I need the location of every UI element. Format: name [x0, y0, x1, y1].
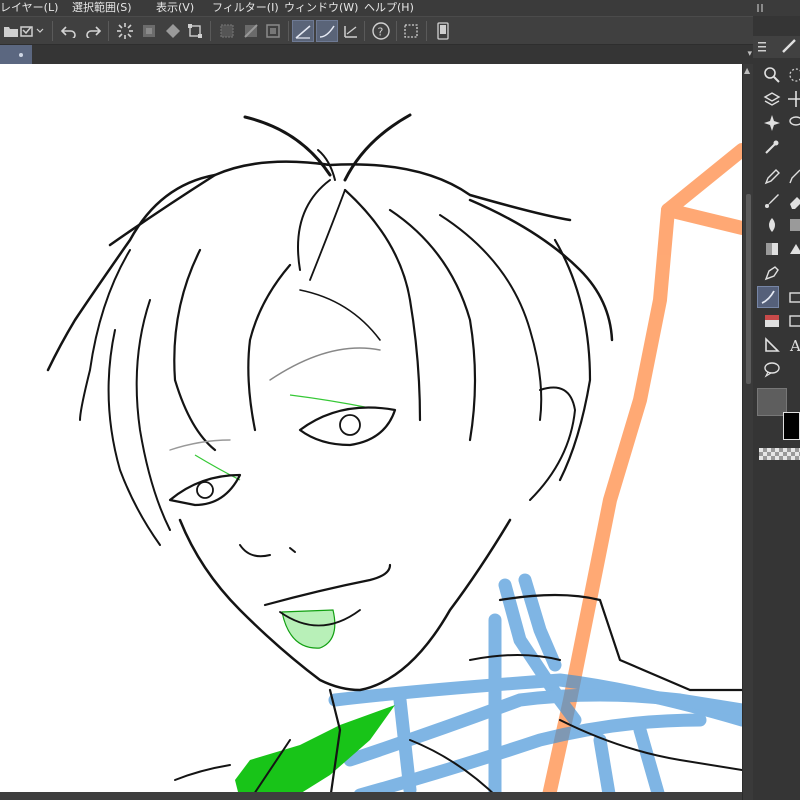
scrollbar-thumb[interactable] [746, 194, 751, 384]
vector-pen-icon[interactable] [761, 262, 783, 284]
blend-icon[interactable] [761, 214, 783, 236]
grip-icon [757, 4, 763, 12]
transform-icon[interactable] [184, 20, 206, 42]
snap-special-ruler-icon[interactable] [340, 20, 362, 42]
material-icon[interactable] [761, 310, 783, 332]
deselect-icon[interactable] [216, 20, 238, 42]
menu-window[interactable]: ウィンドウ(W) [284, 0, 358, 16]
transparent-color-swatch[interactable] [759, 448, 800, 460]
frame-border-icon[interactable] [785, 286, 800, 308]
toolbar-separator [364, 21, 365, 41]
pen-icon[interactable] [761, 166, 783, 188]
toolbar-separator [210, 21, 211, 41]
stabilization-icon[interactable] [292, 20, 314, 42]
menu-help[interactable]: ヘルプ(H) [364, 0, 414, 16]
fill-bucket-icon[interactable] [761, 238, 783, 260]
scroll-up-arrow-icon[interactable]: ▲ [744, 66, 750, 75]
gradient-icon[interactable] [785, 214, 800, 236]
palette-top-strip [753, 0, 800, 16]
pencil-icon[interactable] [785, 166, 800, 188]
ruler-icon[interactable] [761, 334, 783, 356]
fill-icon[interactable] [162, 20, 184, 42]
main-color-swatch[interactable] [783, 412, 800, 440]
balloon-icon[interactable] [761, 358, 783, 380]
menu-icon [758, 42, 766, 52]
brush-icon[interactable] [761, 190, 783, 212]
toolbar-separator [108, 21, 109, 41]
figure-icon[interactable] [785, 238, 800, 260]
menu-bar: レイヤー(L) 選択範囲(S) 表示(V) フィルター(I) ウィンドウ(W) … [0, 0, 800, 16]
auto-select-icon[interactable] [761, 112, 783, 134]
help-icon[interactable]: ? [370, 20, 392, 42]
layer-property-icon[interactable] [785, 310, 800, 332]
tab-list-chevron-icon[interactable]: ▾ [747, 45, 752, 64]
artwork [46, 113, 742, 800]
toolbar-separator [426, 21, 427, 41]
blue-sketch-strokes [328, 573, 742, 800]
invert-selection-icon[interactable] [240, 20, 262, 42]
active-brush-tool-icon[interactable] [757, 286, 779, 308]
unsaved-dot-icon [19, 53, 23, 57]
command-bar: ? [0, 16, 758, 45]
selection-dots-icon[interactable] [785, 64, 800, 86]
selection-launcher-icon[interactable] [400, 20, 422, 42]
canvas-tab[interactable] [0, 45, 32, 64]
canvas-vertical-scrollbar[interactable]: ▲ [742, 64, 753, 800]
tool-palette: A [753, 16, 800, 800]
menu-layer[interactable]: レイヤー(L) [0, 0, 58, 16]
save-icon[interactable] [18, 20, 46, 42]
undo-icon[interactable] [58, 20, 80, 42]
zoom-icon[interactable] [761, 64, 783, 86]
svg-text:?: ? [378, 26, 384, 39]
lasso-icon[interactable] [785, 112, 800, 134]
redo-icon[interactable] [82, 20, 104, 42]
menu-view[interactable]: 表示(V) [156, 0, 194, 16]
clip-studio-window: レイヤー(L) 選択範囲(S) 表示(V) フィルター(I) ウィンドウ(W) … [0, 0, 800, 800]
loading-spinner-icon[interactable] [114, 20, 136, 42]
device-icon[interactable] [432, 20, 454, 42]
text-icon[interactable]: A [785, 334, 800, 356]
snap-ruler-icon[interactable] [316, 20, 338, 42]
show-selection-icon[interactable] [262, 20, 284, 42]
status-strip [0, 792, 742, 800]
move-icon[interactable] [785, 88, 800, 110]
palette-header [753, 36, 800, 58]
canvas-tab-strip: ▾ [0, 45, 758, 64]
eraser-icon[interactable] [785, 190, 800, 212]
toolbar-separator [396, 21, 397, 41]
eyedropper-icon[interactable] [761, 136, 783, 158]
toolbar-separator [288, 21, 289, 41]
layer-move-icon[interactable] [761, 88, 783, 110]
clear-icon[interactable] [138, 20, 160, 42]
toolbar-separator [52, 21, 53, 41]
svg-text:A: A [789, 337, 800, 354]
drawing-canvas[interactable] [0, 64, 742, 800]
menu-filter[interactable]: フィルター(I) [212, 0, 279, 16]
menu-selection[interactable]: 選択範囲(S) [72, 0, 132, 16]
